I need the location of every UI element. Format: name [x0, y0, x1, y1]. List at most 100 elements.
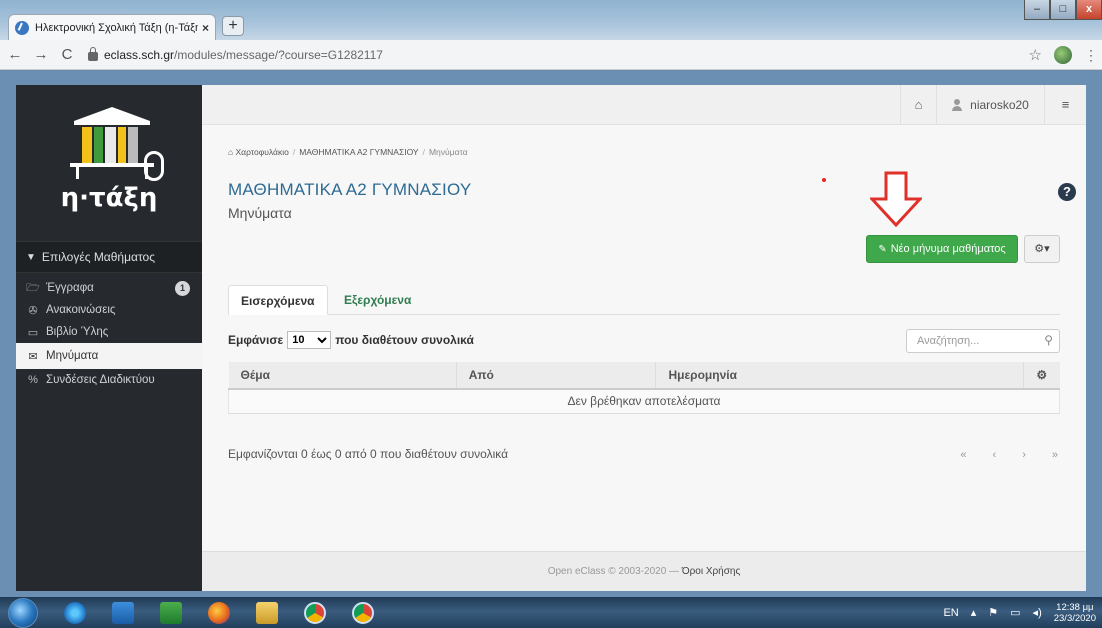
tray-arrow-icon[interactable]: ▴	[971, 606, 977, 619]
browser-menu-icon[interactable]: ⋮	[1084, 47, 1098, 64]
column-subject[interactable]: Θέμα	[228, 362, 457, 390]
site-favicon-icon	[15, 20, 29, 35]
flag-icon[interactable]: ⚑	[988, 606, 998, 619]
chrome-icon[interactable]	[352, 601, 374, 624]
page-size-select[interactable]: 10	[287, 331, 332, 349]
user-icon	[952, 99, 963, 111]
eclass-logo[interactable]: η·τάξη	[16, 85, 202, 241]
table-controls: Εμφάνισε 10 που διαθέτουν συνολικά Αναζή…	[228, 329, 1060, 353]
window-close-button[interactable]: x	[1076, 0, 1102, 20]
chrome-icon[interactable]	[304, 601, 326, 624]
terms-link[interactable]: Όροι Χρήσης	[682, 566, 740, 577]
back-button[interactable]: ←	[4, 46, 26, 63]
pagination: « ‹ › »	[960, 449, 1058, 461]
page-background: η·τάξη ▼ Επιλογές Μαθήματος 🗁 Έγγραφα 1 …	[0, 71, 1102, 597]
sidebar-item-links[interactable]: % Συνδέσεις Διαδικτύου	[16, 369, 202, 391]
search-placeholder: Αναζήτηση...	[917, 335, 980, 347]
sidebar-item-messages[interactable]: ✉ Μηνύματα	[16, 343, 202, 369]
profile-avatar[interactable]	[1054, 46, 1072, 64]
show-label: Εμφάνισε	[228, 333, 284, 347]
sidebar-item-syllabus[interactable]: ▭ Βιβλίο Ύλης	[16, 321, 202, 343]
column-from[interactable]: Από	[456, 362, 657, 390]
course-options-toggle[interactable]: ▼ Επιλογές Μαθήματος	[16, 241, 202, 273]
column-date[interactable]: Ημερομηνία	[655, 362, 1025, 390]
chevron-down-icon: ▼	[26, 251, 36, 263]
new-course-message-button[interactable]: ✎ Νέο μήνυμα μαθήματος	[866, 235, 1018, 263]
table-row: Δεν βρέθηκαν αποτελέσματα	[228, 389, 1060, 414]
pager-next[interactable]: ›	[1022, 449, 1026, 461]
tab-inbox[interactable]: Εισερχόμενα	[228, 285, 328, 315]
reload-button[interactable]: C	[56, 46, 78, 63]
search-icon: ⚲	[1044, 333, 1053, 347]
envelope-icon: ✉	[28, 350, 38, 363]
megaphone-icon: ✇	[28, 304, 38, 317]
spreadsheet-icon[interactable]	[160, 601, 182, 624]
url-field[interactable]: eclass.sch.gr/modules/message/?course=G1…	[104, 48, 383, 62]
browser-tab[interactable]: Ηλεκτρονική Σχολική Τάξη (η-Τάξη) ×	[8, 14, 216, 40]
help-icon[interactable]: ?	[1058, 183, 1076, 201]
sidebar-menu: 🗁 Έγγραφα 1 ✇ Ανακοινώσεις ▭ Βιβλίο Ύλης…	[16, 273, 202, 391]
new-message-label: Νέο μήνυμα μαθήματος	[890, 243, 1006, 255]
windows-taskbar: EN ▴ ⚑ ▭ ◂) 12:38 μμ 23/3/2020	[0, 597, 1102, 628]
total-label: που διαθέτουν συνολικά	[335, 333, 474, 347]
pager-first[interactable]: «	[960, 449, 966, 461]
logo-books	[82, 127, 142, 163]
media-player-icon[interactable]	[112, 601, 134, 624]
window-maximize-button[interactable]: □	[1050, 0, 1076, 20]
gear-dropdown-button[interactable]: ⚙▾	[1024, 235, 1060, 263]
search-input[interactable]: Αναζήτηση... ⚲	[906, 329, 1060, 353]
start-button[interactable]	[8, 597, 38, 628]
forward-button[interactable]: →	[30, 46, 52, 63]
clock-date: 23/3/2020	[1053, 612, 1096, 624]
network-icon[interactable]: ▭	[1010, 606, 1020, 619]
sidebar: η·τάξη ▼ Επιλογές Μαθήματος 🗁 Έγγραφα 1 …	[16, 85, 202, 591]
calendar-icon: ▭	[27, 326, 39, 339]
bookmark-star-icon[interactable]: ☆	[1029, 46, 1042, 64]
logo-text: η·τάξη	[60, 183, 158, 213]
settings-icon[interactable]: ≡	[1044, 85, 1086, 125]
sidebar-item-announcements[interactable]: ✇ Ανακοινώσεις	[16, 299, 202, 321]
breadcrumb-course[interactable]: ΜΑΘΗΜΑΤΙΚΑ Α2 ΓΥΜΝΑΣΙΟΥ	[299, 147, 418, 157]
pager-prev[interactable]: ‹	[993, 449, 997, 461]
link-icon: %	[28, 374, 38, 386]
new-tab-button[interactable]: +	[222, 16, 244, 36]
sidebar-item-label: Μηνύματα	[46, 350, 99, 362]
tab-close-icon[interactable]: ×	[202, 21, 209, 35]
pencil-icon: ✎	[878, 243, 887, 255]
browser-tabbar: Ηλεκτρονική Σχολική Τάξη (η-Τάξη) × + – …	[0, 0, 1102, 40]
sidebar-item-label: Συνδέσεις Διαδικτύου	[46, 374, 155, 386]
empty-results-message: Δεν βρέθηκαν αποτελέσματα	[228, 389, 1060, 414]
footer: Open eClass © 2003-2020 — Όροι Χρήσης	[202, 551, 1086, 591]
sidebar-item-label: Ανακοινώσεις	[46, 304, 116, 316]
breadcrumb-portfolio[interactable]: Χαρτοφυλάκιο	[236, 147, 289, 157]
user-menu[interactable]: niarosko20	[936, 85, 1044, 125]
language-indicator[interactable]: EN	[943, 607, 958, 619]
file-explorer-icon[interactable]	[256, 601, 278, 624]
window-minimize-button[interactable]: –	[1024, 0, 1050, 20]
firefox-icon[interactable]	[208, 601, 230, 624]
course-options-label: Επιλογές Μαθήματος	[41, 250, 155, 264]
clock-time: 12:38 μμ	[1056, 601, 1094, 613]
clock[interactable]: 12:38 μμ 23/3/2020	[1054, 602, 1096, 624]
home-icon[interactable]: ⌂	[900, 85, 936, 125]
tab-outbox[interactable]: Εξερχόμενα	[332, 285, 423, 315]
course-title[interactable]: ΜΑΘΗΜΑΤΙΚΑ Α2 ΓΥΜΝΑΣΙΟΥ	[228, 180, 471, 200]
breadcrumb-current: Μηνύματα	[428, 147, 468, 157]
system-tray: EN ▴ ⚑ ▭ ◂) 12:38 μμ 23/3/2020	[943, 597, 1096, 628]
page-title: Μηνύματα	[228, 205, 292, 221]
volume-icon[interactable]: ◂)	[1033, 606, 1042, 619]
internet-explorer-icon[interactable]	[64, 601, 86, 624]
top-navbar: ⌂ niarosko20 ≡	[202, 85, 1086, 125]
breadcrumb-home-icon: ⌂	[228, 147, 236, 157]
main-content: ⌂ niarosko20 ≡ ⌂ Χαρτοφυλάκιο / ΜΑΘΗΜΑΤΙΚΑ…	[202, 85, 1086, 591]
lock-icon	[88, 47, 98, 61]
sidebar-item-documents[interactable]: 🗁 Έγγραφα 1	[16, 277, 202, 299]
address-bar: ← → C eclass.sch.gr/modules/message/?cou…	[0, 40, 1102, 70]
pager-last[interactable]: »	[1052, 449, 1058, 461]
breadcrumb: ⌂ Χαρτοφυλάκιο / ΜΑΘΗΜΑΤΙΚΑ Α2 ΓΥΜΝΑΣΙΟΥ / Μ…	[228, 147, 468, 157]
logo-beam	[74, 121, 150, 125]
documents-count-badge: 1	[175, 281, 190, 296]
logo-roof	[74, 107, 150, 121]
mouse-icon	[144, 151, 164, 181]
tab-title: Ηλεκτρονική Σχολική Τάξη (η-Τάξη)	[35, 21, 198, 34]
